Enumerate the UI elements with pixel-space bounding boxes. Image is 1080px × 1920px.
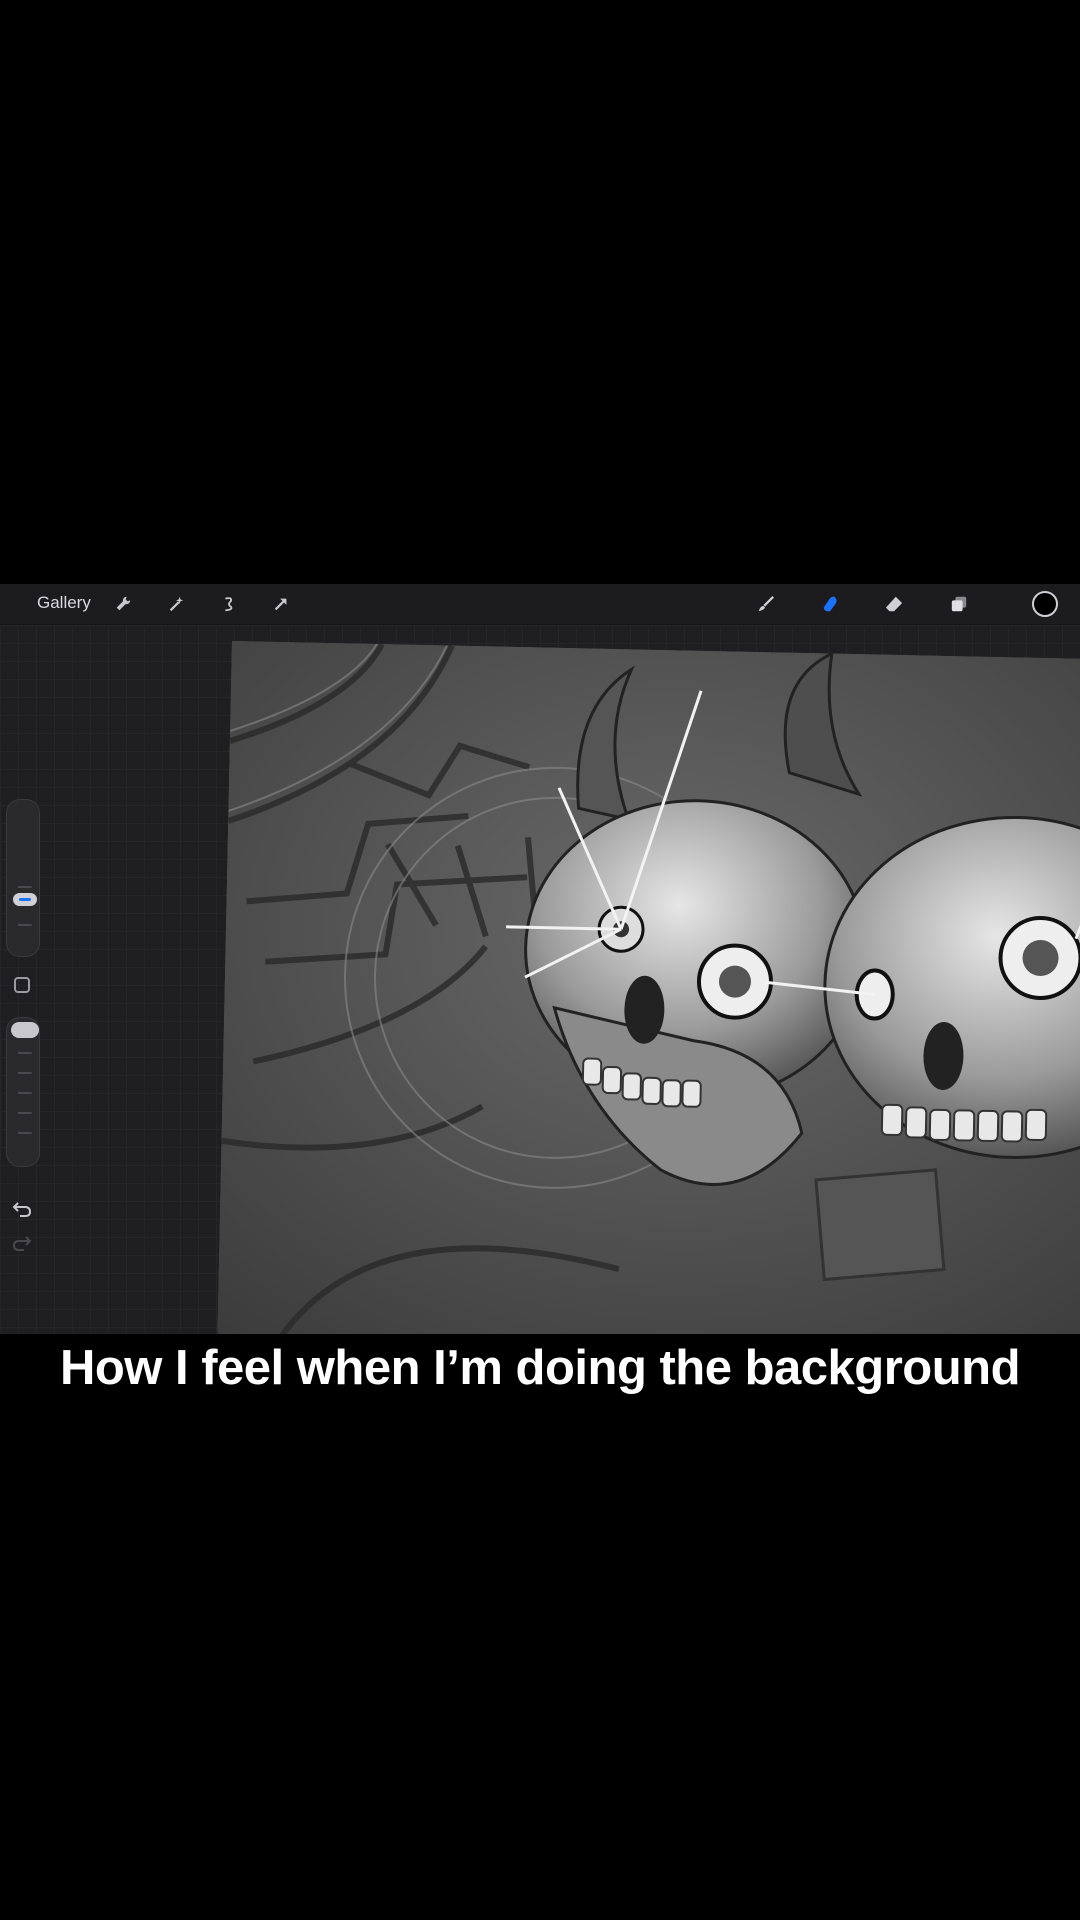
wrench-icon[interactable] — [110, 591, 136, 617]
layers-icon[interactable] — [946, 591, 972, 617]
brush-size-thumb[interactable] — [13, 893, 37, 906]
procreate-app: Gallery — [0, 584, 1080, 1334]
undo-icon[interactable] — [11, 1197, 33, 1219]
sidebar — [4, 799, 44, 1269]
top-toolbar: Gallery — [0, 584, 1080, 625]
gallery-button[interactable]: Gallery — [37, 593, 91, 613]
artwork-canvas[interactable] — [217, 641, 1080, 1334]
magic-wand-icon[interactable] — [163, 591, 189, 617]
eraser-icon[interactable] — [881, 591, 907, 617]
color-picker-swatch[interactable] — [1032, 591, 1058, 617]
slider-tick — [18, 924, 32, 926]
brush-size-slider[interactable] — [6, 799, 40, 957]
smudge-icon[interactable] — [817, 591, 843, 617]
slider-tick — [18, 1052, 32, 1054]
modify-square-icon[interactable] — [14, 977, 30, 993]
opacity-slider[interactable] — [6, 1017, 40, 1167]
slider-tick — [18, 1092, 32, 1094]
skull-artwork — [217, 641, 1080, 1334]
transform-arrow-icon[interactable] — [268, 591, 294, 617]
selection-icon[interactable] — [216, 591, 242, 617]
slider-tick — [18, 1072, 32, 1074]
opacity-thumb[interactable] — [11, 1022, 39, 1038]
redo-icon[interactable] — [11, 1231, 33, 1253]
slider-tick — [18, 886, 32, 888]
brush-icon[interactable] — [753, 591, 779, 617]
caption-text: How I feel when I’m doing the background — [59, 1341, 1021, 1395]
slider-tick — [18, 1112, 32, 1114]
slider-tick — [18, 1132, 32, 1134]
